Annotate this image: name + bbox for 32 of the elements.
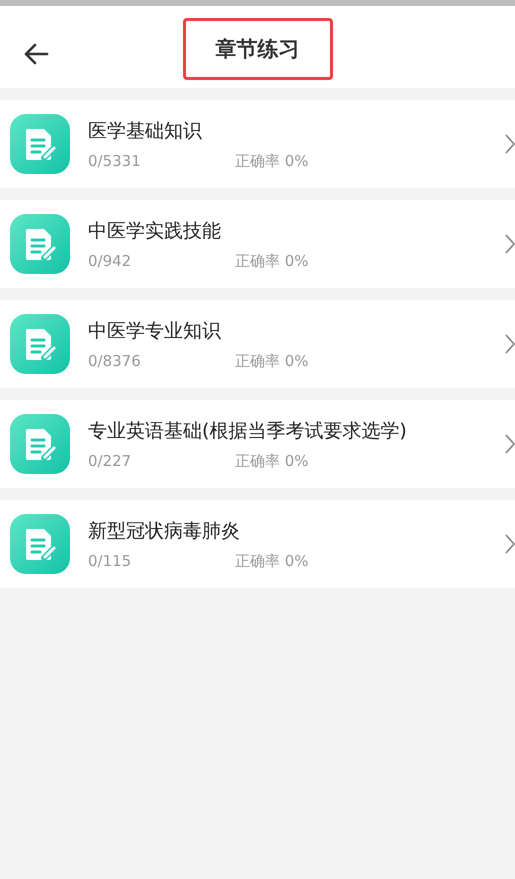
chapter-item[interactable]: 专业英语基础(根据当季考试要求选学) 0/227 正确率 0% xyxy=(0,400,515,488)
chapter-title: 中医学实践技能 xyxy=(88,218,222,244)
accuracy-rate: 正确率 0% xyxy=(235,352,309,370)
accuracy-rate: 正确率 0% xyxy=(235,152,309,170)
progress-count: 0/5331 xyxy=(88,152,142,170)
document-edit-icon xyxy=(10,214,70,274)
progress-count: 0/115 xyxy=(88,552,132,570)
chevron-right-icon xyxy=(505,334,515,354)
back-arrow-icon[interactable] xyxy=(23,43,49,65)
chapter-item[interactable]: 医学基础知识 0/5331 正确率 0% xyxy=(0,100,515,188)
chapter-item[interactable]: 新型冠状病毒肺炎 0/115 正确率 0% xyxy=(0,500,515,588)
chevron-right-icon xyxy=(505,234,515,254)
accuracy-rate: 正确率 0% xyxy=(235,452,309,470)
document-edit-icon xyxy=(10,114,70,174)
page-title: 章节练习 xyxy=(182,18,332,80)
chapter-item[interactable]: 中医学实践技能 0/942 正确率 0% xyxy=(0,200,515,288)
document-edit-icon xyxy=(10,414,70,474)
chevron-right-icon xyxy=(505,134,515,154)
progress-count: 0/942 xyxy=(88,252,132,270)
document-edit-icon xyxy=(10,514,70,574)
chapter-title: 新型冠状病毒肺炎 xyxy=(88,518,241,544)
accuracy-rate: 正确率 0% xyxy=(235,552,309,570)
chevron-right-icon xyxy=(505,434,515,454)
chevron-right-icon xyxy=(505,534,515,554)
progress-count: 0/227 xyxy=(88,452,132,470)
chapter-item[interactable]: 中医学专业知识 0/8376 正确率 0% xyxy=(0,300,515,388)
chapter-title: 医学基础知识 xyxy=(88,118,203,144)
chapter-title: 专业英语基础(根据当季考试要求选学) xyxy=(88,418,407,444)
document-edit-icon xyxy=(10,314,70,374)
chapter-title: 中医学专业知识 xyxy=(88,318,222,344)
progress-count: 0/8376 xyxy=(88,352,142,370)
accuracy-rate: 正确率 0% xyxy=(235,252,309,270)
